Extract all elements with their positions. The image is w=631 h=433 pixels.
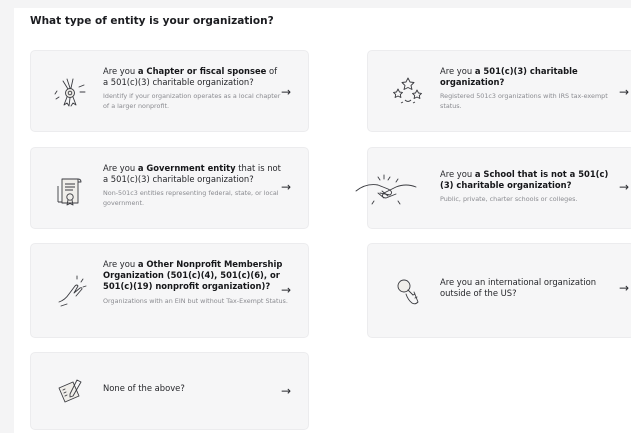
page-title: What type of entity is your organization… [30,15,274,27]
arrow-right-icon: → [281,85,292,99]
entity-option-title: None of the above? [103,383,185,393]
entity-option-other-nonprofit[interactable]: Are you a Other Nonprofit Membership Org… [30,243,309,338]
entity-option-description: Registered 501c3 organizations with IRS … [440,92,608,110]
entity-option-title: Are you a Other Nonprofit Membership Org… [103,259,283,292]
notepad-pencil-icon [53,374,89,410]
entity-option-description: Non-501c3 entities representing federal,… [103,189,279,207]
entity-option-title: Are you a 501(c)(3) charitable organizat… [440,66,578,88]
handshake-icon [354,171,418,207]
entity-option-international[interactable]: Are you an international organization ou… [367,243,631,338]
certificate-icon [53,174,89,210]
entity-option-description: Identify if your organization operates a… [103,92,281,110]
arrow-right-icon: → [281,180,292,194]
entity-option-description: Public, private, charter schools or coll… [440,195,578,204]
entity-option-none[interactable]: None of the above? → [30,352,309,430]
arrow-right-icon: → [619,85,630,99]
magnifier-icon [390,274,426,310]
entity-option-title: Are you a School that is not a 501(c)(3)… [440,169,609,191]
entity-option-501c3[interactable]: Are you a 501(c)(3) charitable organizat… [367,50,631,132]
entity-option-government[interactable]: Are you a Government entity that is not … [30,147,309,229]
entity-option-title: Are you a Chapter or fiscal sponsee of a… [103,66,278,88]
entity-option-school[interactable]: Are you a School that is not a 501(c)(3)… [355,147,631,229]
chapter-ribbon-icon [53,73,89,109]
hand-icon [53,274,89,310]
entity-option-title: Are you a Government entity that is not … [103,163,281,185]
arrow-right-icon: → [281,283,292,297]
arrow-right-icon: → [281,384,292,398]
entity-option-chapter[interactable]: Are you a Chapter or fiscal sponsee of a… [30,50,309,132]
entity-option-description: Organizations with an EIN but without Ta… [103,296,288,305]
arrow-right-icon: → [619,281,630,295]
stars-icon [390,73,426,109]
arrow-right-icon: → [619,180,630,194]
entity-option-title: Are you an international organization ou… [440,277,596,299]
